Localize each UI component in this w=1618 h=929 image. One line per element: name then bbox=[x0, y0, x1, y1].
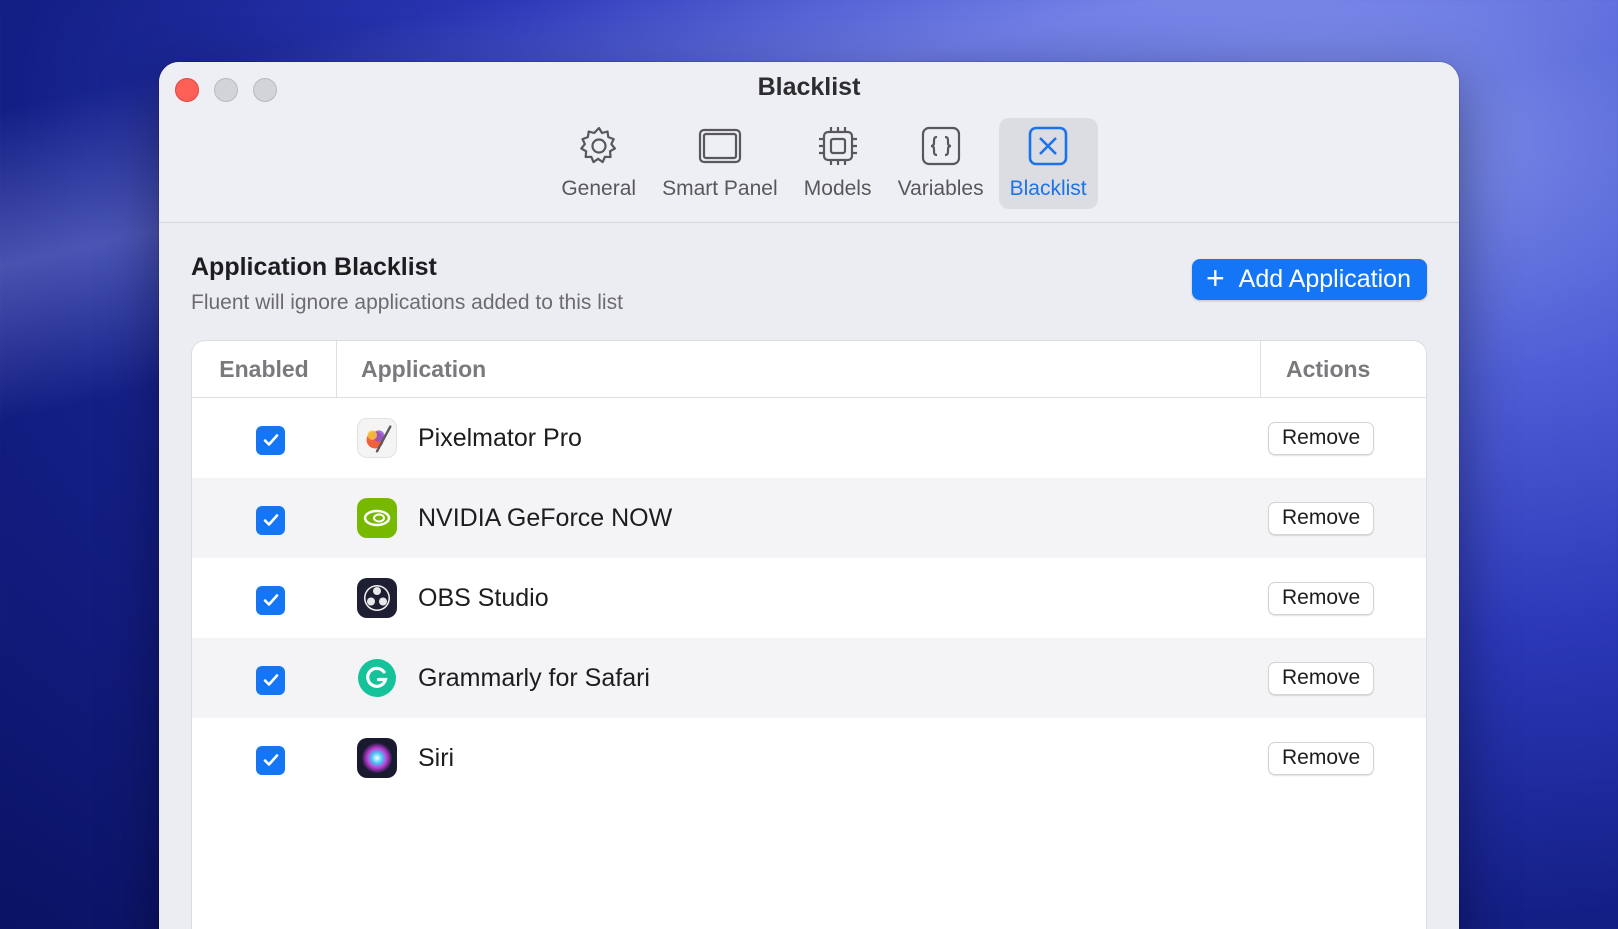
pixelmator-icon bbox=[357, 418, 397, 458]
braces-icon bbox=[919, 124, 963, 173]
table-row: OBS Studio Remove bbox=[192, 558, 1426, 638]
table-row: NVIDIA GeForce NOW Remove bbox=[192, 478, 1426, 558]
tab-smart-panel-label: Smart Panel bbox=[662, 177, 778, 200]
add-application-label: Add Application bbox=[1238, 265, 1411, 293]
remove-button[interactable]: Remove bbox=[1268, 741, 1375, 775]
nvidia-icon bbox=[357, 498, 397, 538]
tab-general[interactable]: General bbox=[550, 118, 647, 209]
checkmark-icon bbox=[263, 514, 278, 526]
gear-icon bbox=[577, 124, 621, 173]
tab-models[interactable]: Models bbox=[793, 118, 883, 209]
app-name: Siri bbox=[418, 743, 455, 772]
checkmark-icon bbox=[263, 674, 278, 686]
remove-button[interactable]: Remove bbox=[1268, 421, 1375, 455]
remove-button[interactable]: Remove bbox=[1268, 661, 1375, 695]
enabled-checkbox[interactable] bbox=[256, 665, 285, 695]
tab-models-label: Models bbox=[803, 177, 872, 200]
tab-blacklist[interactable]: Blacklist bbox=[998, 118, 1098, 209]
siri-icon bbox=[357, 738, 397, 778]
plus-icon: + bbox=[1205, 260, 1225, 296]
column-header-actions[interactable]: Actions bbox=[1261, 341, 1426, 397]
app-name: OBS Studio bbox=[418, 583, 549, 612]
app-name: Grammarly for Safari bbox=[418, 663, 650, 692]
remove-button[interactable]: Remove bbox=[1268, 501, 1375, 535]
x-square-icon bbox=[1026, 124, 1070, 173]
app-name: Pixelmator Pro bbox=[418, 423, 582, 452]
grammarly-icon bbox=[357, 658, 397, 698]
tab-variables-label: Variables bbox=[897, 177, 984, 200]
table-row: Siri Remove bbox=[192, 718, 1426, 798]
app-name: NVIDIA GeForce NOW bbox=[418, 503, 673, 532]
remove-button[interactable]: Remove bbox=[1268, 581, 1375, 615]
table-row: Grammarly for Safari Remove bbox=[192, 638, 1426, 718]
settings-window: Blacklist General Smart Panel Models Var… bbox=[159, 62, 1459, 929]
blacklist-content: Application Blacklist Fluent will ignore… bbox=[159, 223, 1459, 929]
enabled-checkbox[interactable] bbox=[256, 585, 285, 615]
tab-blacklist-label: Blacklist bbox=[1009, 177, 1087, 200]
checkmark-icon bbox=[263, 434, 278, 446]
titlebar: Blacklist General Smart Panel Models Var… bbox=[159, 62, 1459, 223]
enabled-checkbox[interactable] bbox=[256, 425, 285, 455]
tab-variables[interactable]: Variables bbox=[887, 118, 995, 209]
checkmark-icon bbox=[263, 594, 278, 606]
column-header-application[interactable]: Application bbox=[337, 341, 1261, 397]
blacklist-table: Enabled Application Actions Pixelmator P… bbox=[191, 340, 1427, 929]
tab-general-label: General bbox=[561, 177, 637, 200]
panel-icon bbox=[698, 124, 742, 173]
window-title: Blacklist bbox=[757, 73, 861, 101]
column-header-enabled[interactable]: Enabled bbox=[192, 341, 337, 397]
enabled-checkbox[interactable] bbox=[256, 745, 285, 775]
enabled-checkbox[interactable] bbox=[256, 505, 285, 535]
table-row: Pixelmator Pro Remove bbox=[192, 398, 1426, 478]
chip-icon bbox=[816, 124, 860, 173]
settings-toolbar: General Smart Panel Models Variables Bla… bbox=[159, 118, 1459, 209]
tab-smart-panel[interactable]: Smart Panel bbox=[651, 118, 789, 209]
add-application-button[interactable]: + Add Application bbox=[1191, 259, 1427, 300]
obs-icon bbox=[357, 578, 397, 618]
checkmark-icon bbox=[263, 754, 278, 766]
table-header: Enabled Application Actions bbox=[192, 341, 1426, 398]
